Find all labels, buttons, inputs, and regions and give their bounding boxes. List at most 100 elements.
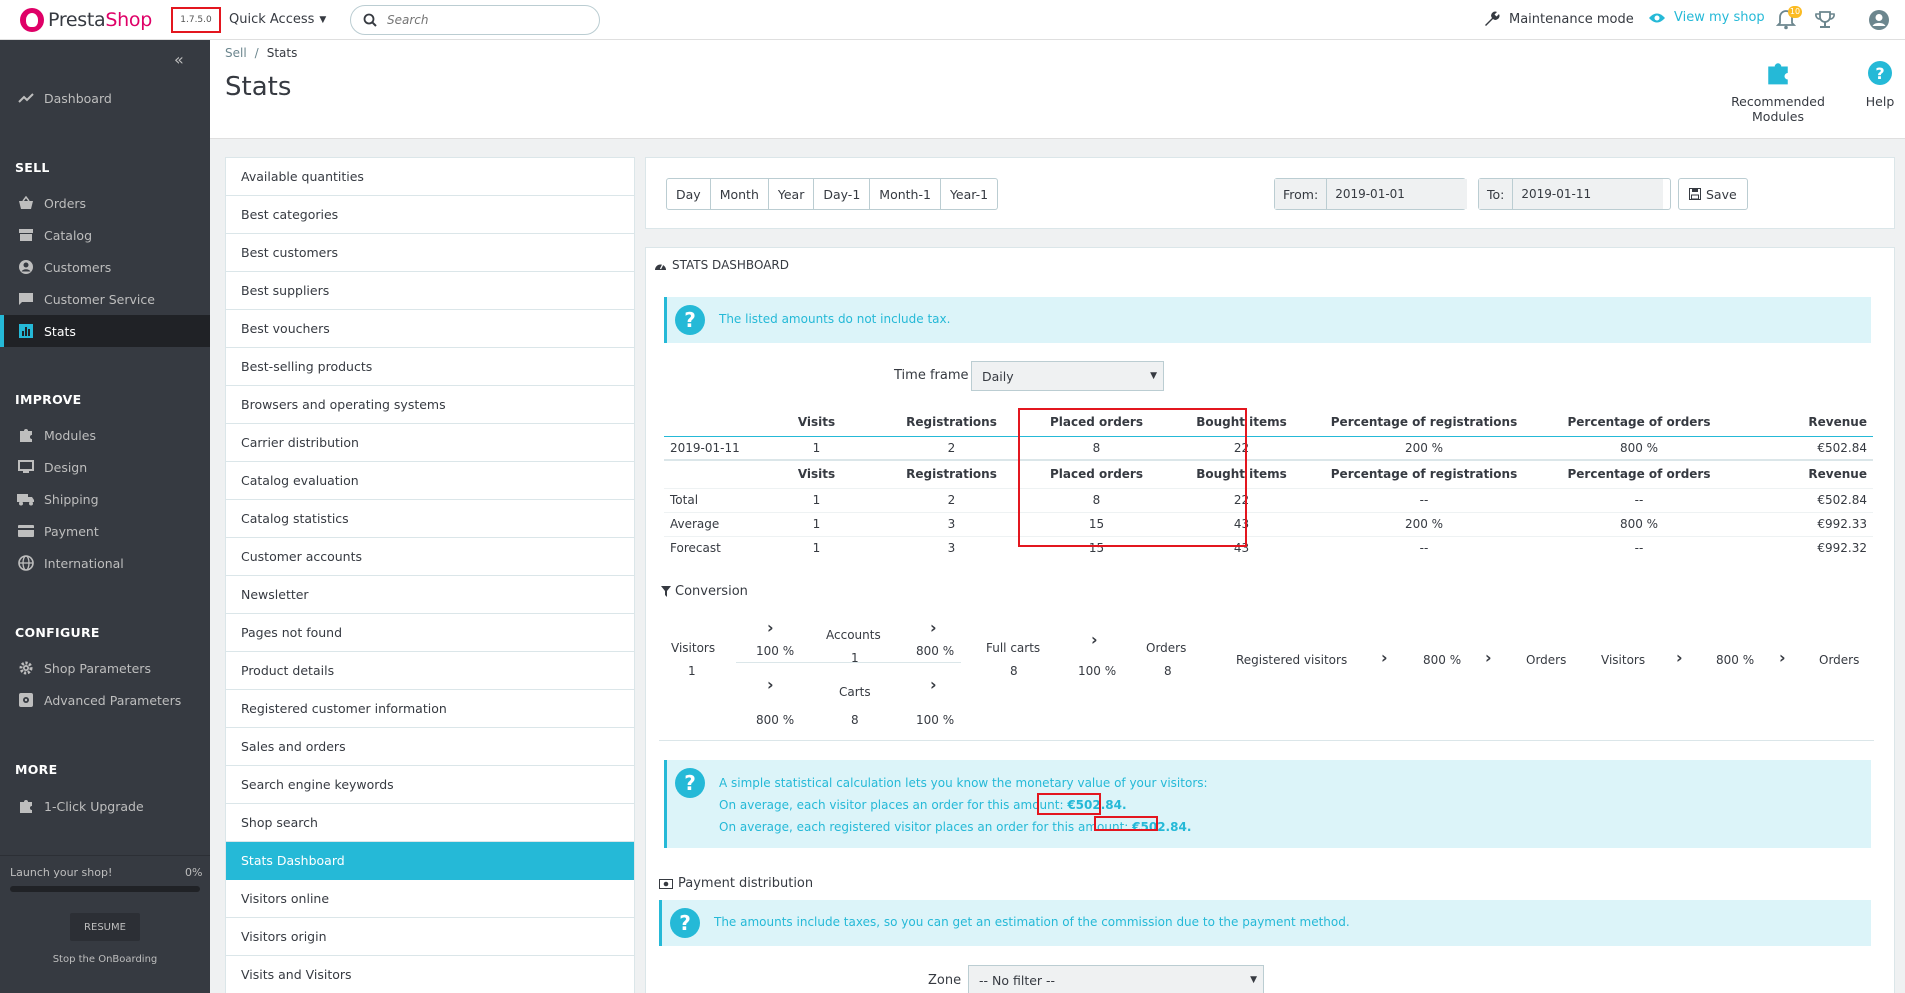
stop-onboarding-link[interactable]: Stop the OnBoarding [0,954,210,965]
table-cell: 1 [812,493,821,507]
module-list-item[interactable]: Registered customer information [226,690,634,728]
module-list-item[interactable]: Shop search [226,804,634,842]
sidebar-item-shop-parameters[interactable]: Shop Parameters [0,652,210,684]
column-header: Percentage of registrations [1330,467,1518,482]
summary-row: Total 1 2 8 22 -- -- €502.84 [664,488,1873,512]
stats-table: Visits Registrations Placed orders Bought i… [664,408,1873,560]
sidebar-item-stats[interactable]: Stats [0,315,210,347]
top-header: PrestaShop 1.7.5.0 Quick Access ▼ Mainte… [0,0,1905,40]
save-dates-button[interactable]: Save [1678,178,1748,210]
module-list-item[interactable]: Visitors online [226,880,634,918]
sidebar-item-design[interactable]: Design [0,451,210,483]
sidebar-section-sell: SELL [15,160,50,175]
puzzle-icon [16,798,36,814]
module-list-item[interactable]: Sales and orders [226,728,634,766]
period-button-day[interactable]: Day [666,178,711,210]
onboarding-progress-bar [10,886,200,892]
conv-visitors-orders-pct: 800 % [1716,653,1755,667]
sidebar-item-1-click-upgrade[interactable]: 1-Click Upgrade [0,790,210,822]
sidebar-item-modules[interactable]: Modules [0,419,210,451]
module-list-item[interactable]: Best categories [226,196,634,234]
table-cell: 1 [812,517,821,531]
notifications-button[interactable]: 10 [1776,6,1802,32]
module-list-item[interactable]: Carrier distribution [226,424,634,462]
period-button-year[interactable]: Year [768,178,815,210]
table-cell: 2 [947,493,956,507]
module-list-item[interactable]: Product details [226,652,634,690]
stats-dashboard-panel: STATS DASHBOARD ? The listed amounts do … [645,247,1895,993]
period-button-year-1[interactable]: Year-1 [940,178,999,210]
sidebar-item-payment[interactable]: Payment [0,515,210,547]
quick-access-dropdown[interactable]: Quick Access ▼ [229,12,326,27]
module-list-item[interactable]: Customer accounts [226,538,634,576]
chevron-right-icon: › [767,618,774,637]
quick-access-label: Quick Access [229,12,315,27]
column-header: Percentage of registrations [1330,414,1518,429]
module-list-item[interactable]: Best customers [226,234,634,272]
search-box[interactable] [350,5,600,35]
chevron-right-icon: › [1676,648,1683,667]
module-list-item[interactable]: Catalog evaluation [226,462,634,500]
chevron-right-icon: › [1485,648,1492,667]
conv-carts-label: Carts [839,685,871,699]
module-list-item[interactable]: Visits and Visitors [226,956,634,993]
help-circle-icon: ? [1860,60,1900,86]
trophy-icon[interactable] [1814,9,1836,31]
help-button[interactable]: ? Help [1860,60,1900,109]
conv-orders-value: 8 [1164,664,1172,678]
sidebar-item-orders[interactable]: Orders [0,187,210,219]
module-list-item[interactable]: Newsletter [226,576,634,614]
date-from-label: From: [1275,179,1328,209]
chevron-right-icon: › [1779,648,1786,667]
view-my-shop-link[interactable]: View my shop [1648,10,1765,25]
zone-label: Zone [928,973,962,988]
employee-account-icon[interactable] [1868,9,1890,31]
table-cell: 1 [812,541,821,556]
onboarding-panel: Launch your shop! 0% RESUME Stop the OnB… [0,855,210,993]
module-list-item[interactable]: Stats Dashboard [226,842,634,880]
settings-box-icon [16,692,36,708]
period-button-month-1[interactable]: Month-1 [870,178,941,210]
account-circle-icon [16,259,36,275]
date-from-input[interactable] [1327,179,1468,209]
sidebar-section-more: MORE [15,762,58,777]
sidebar-item-customers[interactable]: Customers [0,251,210,283]
module-list-item[interactable]: Best suppliers [226,272,634,310]
launch-shop-label: Launch your shop! [10,866,113,879]
period-button-month[interactable]: Month [710,178,769,210]
recommended-modules-button[interactable]: Recommended Modules [1708,60,1848,124]
conv-accounts-label: Accounts [826,628,881,642]
time-frame-select[interactable]: Daily ▼ [971,361,1164,391]
module-list-item[interactable]: Catalog statistics [226,500,634,538]
maintenance-mode-link[interactable]: Maintenance mode [1483,10,1634,28]
module-list-item[interactable]: Visitors origin [226,918,634,956]
sidebar-item-international[interactable]: International [0,547,210,579]
sidebar-item-customer-service[interactable]: Customer Service [0,283,210,315]
collapse-sidebar-icon[interactable]: « [174,50,184,69]
table-cell: 800 % [1619,440,1659,455]
module-list-item[interactable]: Best-selling products [226,348,634,386]
recommended-modules-label: Recommended Modules [1731,94,1825,124]
prestashop-logo[interactable]: PrestaShop [20,8,152,32]
zone-select[interactable]: -- No filter -- ▼ [968,965,1264,993]
module-list-item[interactable]: Search engine keywords [226,766,634,804]
breadcrumb-sell[interactable]: Sell [225,46,247,60]
sidebar-item-dashboard[interactable]: Dashboard [0,82,210,114]
globe-icon [16,555,36,571]
resume-button[interactable]: RESUME [70,913,140,941]
chat-icon [16,291,36,307]
search-icon [363,13,377,27]
table-cell: 3 [947,517,956,531]
sidebar-item-label: Customer Service [44,291,155,307]
search-input[interactable] [387,13,567,27]
sidebar-item-advanced-parameters[interactable]: Advanced Parameters [0,684,210,716]
module-list-item[interactable]: Available quantities [226,158,634,196]
module-list-item[interactable]: Browsers and operating systems [226,386,634,424]
date-to-input[interactable] [1513,179,1664,209]
module-list-item[interactable]: Best vouchers [226,310,634,348]
version-badge: 1.7.5.0 [171,7,221,33]
sidebar-item-shipping[interactable]: Shipping [0,483,210,515]
sidebar-item-catalog[interactable]: Catalog [0,219,210,251]
module-list-item[interactable]: Pages not found [226,614,634,652]
period-button-day-1[interactable]: Day-1 [814,178,871,210]
